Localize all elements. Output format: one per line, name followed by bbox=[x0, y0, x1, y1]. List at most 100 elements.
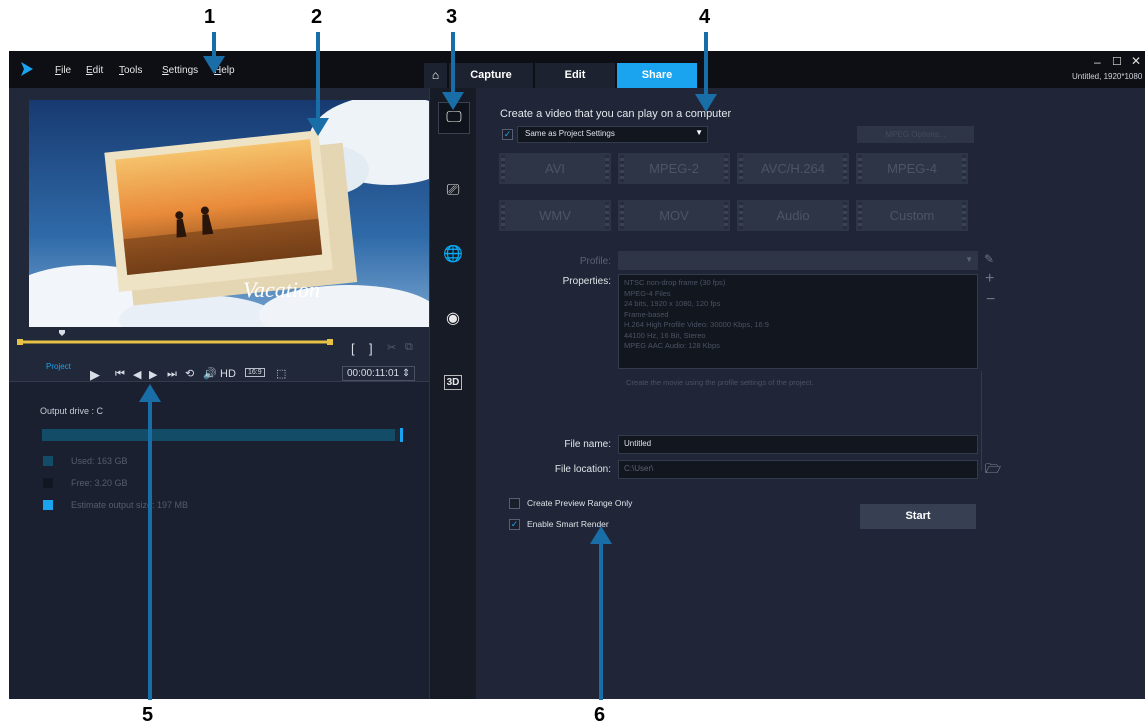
project-settings-dropdown[interactable]: Same as Project Settings ▼ bbox=[517, 126, 708, 143]
mark-in-icon[interactable]: [ bbox=[351, 341, 355, 356]
callout-2: 2 bbox=[311, 6, 323, 28]
menu-tools[interactable]: Tools bbox=[119, 65, 142, 76]
output-drive-label: Output drive : C bbox=[40, 406, 104, 416]
file-location-label: File location: bbox=[554, 464, 611, 475]
preview-window: Vacation bbox=[29, 100, 429, 327]
browse-folder-icon[interactable]: 🗁 bbox=[985, 460, 1001, 482]
divider bbox=[981, 371, 982, 471]
tab-share[interactable]: Share bbox=[617, 63, 697, 88]
estimate-marker bbox=[400, 428, 403, 442]
device-icon[interactable]: ⎚ bbox=[438, 176, 468, 206]
volume-icon[interactable]: 🔊 bbox=[203, 367, 217, 380]
smart-render-label: Enable Smart Render bbox=[527, 519, 609, 529]
free-label: Free: 3.20 GB bbox=[71, 478, 128, 488]
drive-usage-fill bbox=[42, 429, 395, 441]
same-settings-checkbox[interactable]: ✓ bbox=[502, 129, 513, 140]
format-wmv-button[interactable]: WMV bbox=[499, 200, 611, 231]
mpeg-options-button[interactable]: MPEG Options... bbox=[857, 126, 974, 143]
chevron-down-icon: ▼ bbox=[695, 128, 703, 137]
callout-1: 1 bbox=[204, 6, 216, 28]
timeline-scrubber[interactable] bbox=[17, 330, 333, 348]
web-globe-icon[interactable]: 🌐 bbox=[438, 240, 468, 270]
minimize-icon[interactable]: – bbox=[1094, 55, 1101, 69]
enlarge-preview-icon[interactable]: ⧉ bbox=[405, 341, 413, 354]
display-mode-icon[interactable]: ⬚ bbox=[276, 367, 286, 380]
split-clip-icon[interactable]: ✂ bbox=[387, 341, 396, 354]
aspect-ratio-button[interactable]: 16:9 bbox=[245, 368, 265, 377]
file-name-value: Untitled bbox=[624, 439, 652, 448]
next-frame-icon[interactable]: ▶ bbox=[149, 368, 157, 381]
preview-image: Vacation bbox=[29, 100, 429, 327]
format-custom-button[interactable]: Custom bbox=[856, 200, 968, 231]
hd-preview-button[interactable]: HD bbox=[220, 368, 236, 380]
format-avi-button[interactable]: AVI bbox=[499, 153, 611, 184]
3d-movie-icon[interactable]: 3D bbox=[438, 368, 468, 398]
preview-caption: Vacation bbox=[243, 277, 320, 302]
share-destination-column: 🖵 ⎚ 🌐 ◉ 3D bbox=[429, 88, 477, 699]
drive-usage-bar bbox=[42, 428, 403, 442]
file-name-label: File name: bbox=[564, 439, 611, 450]
profile-chevron-icon: ▼ bbox=[965, 255, 973, 264]
start-button[interactable]: Start bbox=[860, 504, 976, 529]
tab-edit[interactable]: Edit bbox=[535, 63, 615, 88]
go-to-start-icon[interactable]: ⏮ bbox=[115, 368, 125, 381]
property-line: 24 bits, 1920 x 1080, 120 fps bbox=[624, 299, 721, 308]
property-line: NTSC non-drop frame (30 fps) bbox=[624, 278, 726, 287]
project-info: Untitled, 1920*1080 bbox=[1072, 72, 1143, 81]
file-name-input[interactable]: Untitled bbox=[618, 435, 978, 454]
timecode-stepper-icon[interactable]: ⇕ bbox=[402, 368, 410, 379]
properties-list: NTSC non-drop frame (30 fps) MPEG-4 Files… bbox=[624, 278, 769, 352]
tab-capture[interactable]: Capture bbox=[449, 63, 533, 88]
close-icon[interactable]: ✕ bbox=[1131, 54, 1141, 68]
callout-3: 3 bbox=[446, 6, 458, 28]
estimate-swatch bbox=[43, 500, 53, 510]
property-line: H.264 High Profile Video: 30000 Kbps, 16… bbox=[624, 320, 769, 329]
format-mov-button[interactable]: MOV bbox=[618, 200, 730, 231]
used-label: Used: 163 GB bbox=[71, 456, 128, 466]
property-line: MPEG-4 Files bbox=[624, 288, 671, 298]
menu-edit[interactable]: Edit bbox=[86, 65, 103, 76]
home-tab[interactable]: ⌂ bbox=[424, 63, 447, 88]
file-location-input[interactable]: C:\User\ bbox=[618, 460, 978, 479]
callout-5: 5 bbox=[142, 704, 154, 726]
app-window: File Edit Tools Settings Help ⌂ Capture … bbox=[9, 51, 1145, 699]
format-mpeg4-button[interactable]: MPEG-4 bbox=[856, 153, 968, 184]
project-mode-label[interactable]: Project bbox=[46, 362, 71, 371]
timecode-value: 00:00:11:01 bbox=[347, 368, 400, 379]
format-mpeg2-button[interactable]: MPEG-2 bbox=[618, 153, 730, 184]
format-audio-button[interactable]: Audio bbox=[737, 200, 849, 231]
player-panel: Vacation [ ] ✂ ⧉ Project ▶ ⏮ ◀ ▶ ⏭ ⟲ 🔊 H… bbox=[9, 88, 429, 699]
format-avc-h264-button[interactable]: AVC/H.264 bbox=[737, 153, 849, 184]
menu-settings[interactable]: Settings bbox=[162, 65, 198, 76]
preview-range-label: Create Preview Range Only bbox=[527, 498, 633, 508]
edit-profile-icon[interactable]: ✎ bbox=[984, 252, 994, 266]
profile-label: Profile: bbox=[579, 256, 611, 267]
estimate-label: Estimate output size: 197 MB bbox=[71, 500, 189, 510]
properties-label: Properties: bbox=[562, 276, 611, 287]
computer-icon[interactable]: 🖵 bbox=[438, 102, 470, 134]
file-location-value: C:\User\ bbox=[624, 464, 654, 473]
properties-box: NTSC non-drop frame (30 fps) MPEG-4 Files… bbox=[618, 274, 978, 369]
profile-dropdown[interactable]: ▼ bbox=[618, 251, 978, 270]
preview-range-checkbox[interactable] bbox=[509, 498, 520, 509]
share-title: Create a video that you can play on a co… bbox=[500, 108, 732, 120]
timecode-field[interactable]: 00:00:11:01 ⇕ bbox=[342, 366, 416, 381]
callout-6: 6 bbox=[594, 704, 606, 726]
project-settings-value: Same as Project Settings bbox=[525, 129, 615, 138]
go-to-end-icon[interactable]: ⏭ bbox=[167, 368, 177, 381]
disc-icon[interactable]: ◉ bbox=[438, 304, 468, 334]
menu-help[interactable]: Help bbox=[214, 65, 235, 76]
add-profile-icon[interactable]: + bbox=[985, 270, 994, 288]
repeat-icon[interactable]: ⟲ bbox=[185, 367, 194, 380]
property-line: MPEG AAC Audio: 128 Kbps bbox=[624, 341, 720, 350]
mark-out-icon[interactable]: ] bbox=[369, 341, 373, 356]
free-swatch bbox=[43, 478, 53, 488]
menu-file[interactable]: File bbox=[55, 65, 71, 76]
remove-profile-icon[interactable]: − bbox=[986, 291, 995, 309]
smart-render-checkbox[interactable]: ✓ bbox=[509, 519, 520, 530]
property-line: Frame-based bbox=[624, 309, 669, 319]
profile-hint: Create the movie using the profile setti… bbox=[626, 378, 814, 387]
maximize-icon[interactable]: ☐ bbox=[1112, 55, 1122, 68]
title-bar: File Edit Tools Settings Help ⌂ Capture … bbox=[9, 51, 1145, 88]
previous-frame-icon[interactable]: ◀ bbox=[133, 368, 141, 381]
